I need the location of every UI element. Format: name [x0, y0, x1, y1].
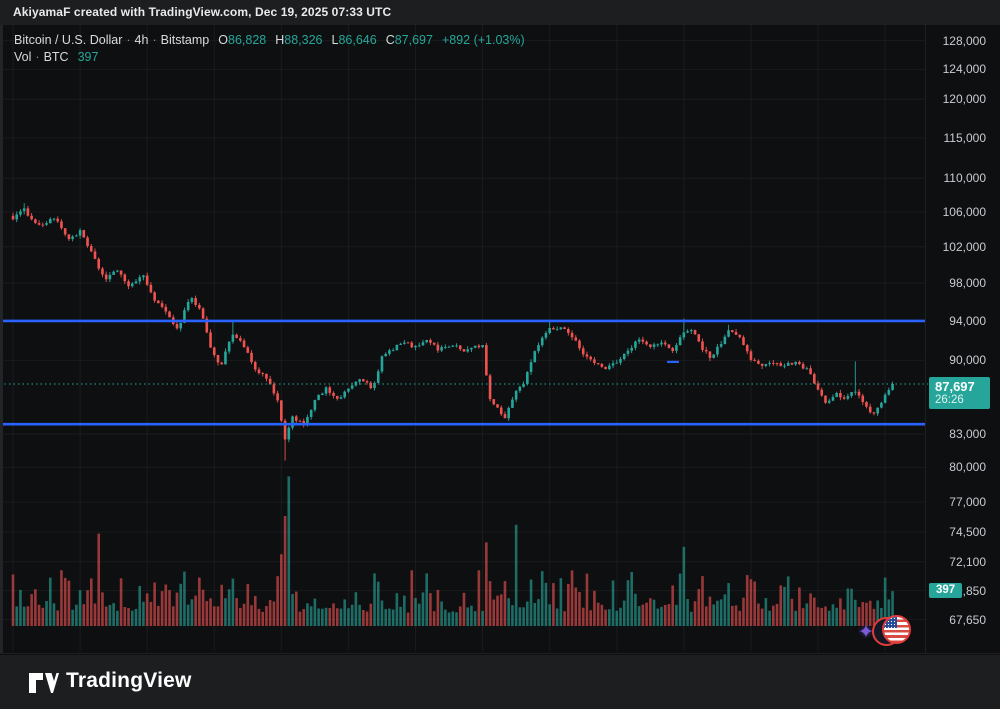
price-axis-label: 106,000 — [943, 205, 986, 219]
price-axis-label: 77,000 — [949, 495, 986, 509]
horizontal-line-drawings[interactable] — [0, 321, 925, 424]
chart-legend[interactable]: Bitcoin / U.S. Dollar·4h·BitstampO86,828… — [14, 32, 525, 66]
volume-value: 397 — [78, 50, 99, 64]
grid — [0, 25, 925, 651]
price-axis-label: 83,000 — [949, 427, 986, 441]
price-axis[interactable]: 128,000 124,000 120,000 115,000 110,000 106,0… — [925, 25, 1000, 653]
price-axis-label: 90,000 — [949, 353, 986, 367]
price-axis-label: 124,000 — [943, 62, 986, 76]
volume-symbol: BTC — [44, 50, 69, 64]
tradingview-snapshot: AkiyamaF created with TradingView.com, D… — [0, 0, 1000, 709]
last-price-badge: 87,697 26:26 — [929, 377, 990, 409]
bar-countdown: 26:26 — [935, 394, 984, 406]
attribution-bar: AkiyamaF created with TradingView.com, D… — [0, 0, 1000, 25]
ohlc-low: L86,646 — [332, 33, 377, 47]
price-axis-label: 102,000 — [943, 240, 986, 254]
price-axis-label: 98,000 — [949, 276, 986, 290]
last-price-value: 87,697 — [935, 379, 984, 394]
ohlc-high: H88,326 — [275, 33, 322, 47]
price-axis-label: 128,000 — [943, 34, 986, 48]
flag-canton — [884, 617, 897, 628]
chart-region[interactable]: Bitcoin / U.S. Dollar·4h·BitstampO86,828… — [0, 25, 1000, 655]
ohlc-open: O86,828 — [218, 33, 266, 47]
price-axis-label: 72,100 — [949, 555, 986, 569]
ohlc-close: C87,697 — [386, 33, 433, 47]
tradingview-logo-icon[interactable] — [28, 671, 60, 695]
price-axis-label: 74,500 — [949, 525, 986, 539]
legend-symbol-row[interactable]: Bitcoin / U.S. Dollar·4h·BitstampO86,828… — [14, 32, 525, 49]
candlestick-chart[interactable] — [0, 25, 1000, 655]
change-label: +892 (+1.03%) — [442, 33, 525, 47]
brand-name[interactable]: TradingView — [66, 669, 192, 693]
footer-bar: TradingView — [0, 655, 1000, 709]
volume-series — [12, 476, 894, 626]
interval-label[interactable]: 4h — [135, 33, 149, 47]
current-volume-badge: 397 — [929, 583, 962, 598]
exchange-label: Bitstamp — [161, 33, 210, 47]
legend-volume-row[interactable]: Vol·BTC397 — [14, 49, 525, 66]
candlestick-series — [12, 203, 894, 460]
price-axis-label: 67,650 — [949, 613, 986, 627]
price-axis-label: 94,000 — [949, 314, 986, 328]
left-edge-strip — [0, 25, 3, 653]
us-flag-event-icon[interactable] — [882, 615, 911, 644]
price-axis-label: 115,000 — [944, 131, 987, 145]
price-axis-label: 110,000 — [944, 171, 987, 185]
price-axis-label: 80,000 — [949, 460, 986, 474]
price-axis-label: 120,000 — [943, 92, 986, 106]
symbol-title[interactable]: Bitcoin / U.S. Dollar — [14, 33, 122, 47]
event-icons[interactable]: ✦ — [858, 613, 914, 651]
attribution-text: AkiyamaF created with TradingView.com, D… — [13, 5, 391, 19]
volume-label: Vol — [14, 50, 31, 64]
